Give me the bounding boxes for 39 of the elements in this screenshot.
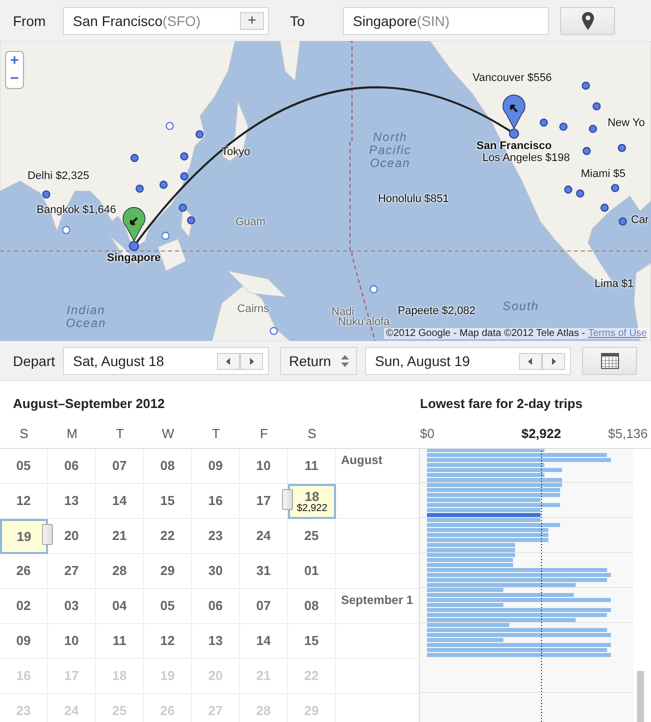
weekday-label: T xyxy=(115,425,125,443)
place-label: San Francisco xyxy=(476,140,552,152)
weekday-label: F xyxy=(259,425,269,443)
map-attribution: ©2012 Google - Map data ©2012 Tele Atlas - xyxy=(386,328,586,339)
chart-title: Lowest fare for 2-day trips xyxy=(419,395,584,413)
ocean-label: South xyxy=(502,300,540,313)
weekday-label: S xyxy=(306,425,318,443)
place-label: Lima $1 xyxy=(594,278,634,290)
calendar-title: August–September 2012 xyxy=(12,395,166,413)
axis-tick-label: $5,136 xyxy=(608,426,648,441)
price-label: $2,922 xyxy=(296,504,328,514)
place-label: Delhi $2,325 xyxy=(27,170,90,182)
place-label: Nuku'alofa xyxy=(338,316,390,328)
axis-tick-label: $0 xyxy=(420,426,434,441)
weekday-label: M xyxy=(66,425,78,443)
from-label: From xyxy=(12,12,47,28)
place-label: Car xyxy=(631,214,649,226)
place-label: Tokyo xyxy=(221,146,250,158)
place-label: Honolulu $851 xyxy=(378,192,449,205)
place-label: Vancouver $556 xyxy=(472,72,552,84)
place-label: Cairns xyxy=(237,303,270,316)
place-label: New Yo xyxy=(608,116,645,129)
ocean-label: Indian Ocean xyxy=(64,304,108,330)
place-label: Guam xyxy=(235,216,266,228)
place-label: Los Angeles $198 xyxy=(482,152,570,164)
axis-tick-label: $2,922 xyxy=(521,426,562,441)
to-label: To xyxy=(289,12,306,28)
place-label: Papeete $2,082 xyxy=(398,305,476,318)
place-label: Singapore xyxy=(107,252,161,264)
place-label: Nadi xyxy=(332,306,354,318)
depart-label: Depart xyxy=(12,352,56,368)
month-label: August xyxy=(341,453,382,467)
weekday-label: W xyxy=(160,425,176,443)
month-label: September 1 xyxy=(341,593,414,607)
weekday-label: T xyxy=(211,425,221,443)
place-label: Miami $5 xyxy=(580,168,626,180)
ocean-label: North Pacific Ocean xyxy=(368,130,412,170)
weekday-label: S xyxy=(18,425,30,443)
place-label: Bangkok $1,646 xyxy=(36,204,116,216)
